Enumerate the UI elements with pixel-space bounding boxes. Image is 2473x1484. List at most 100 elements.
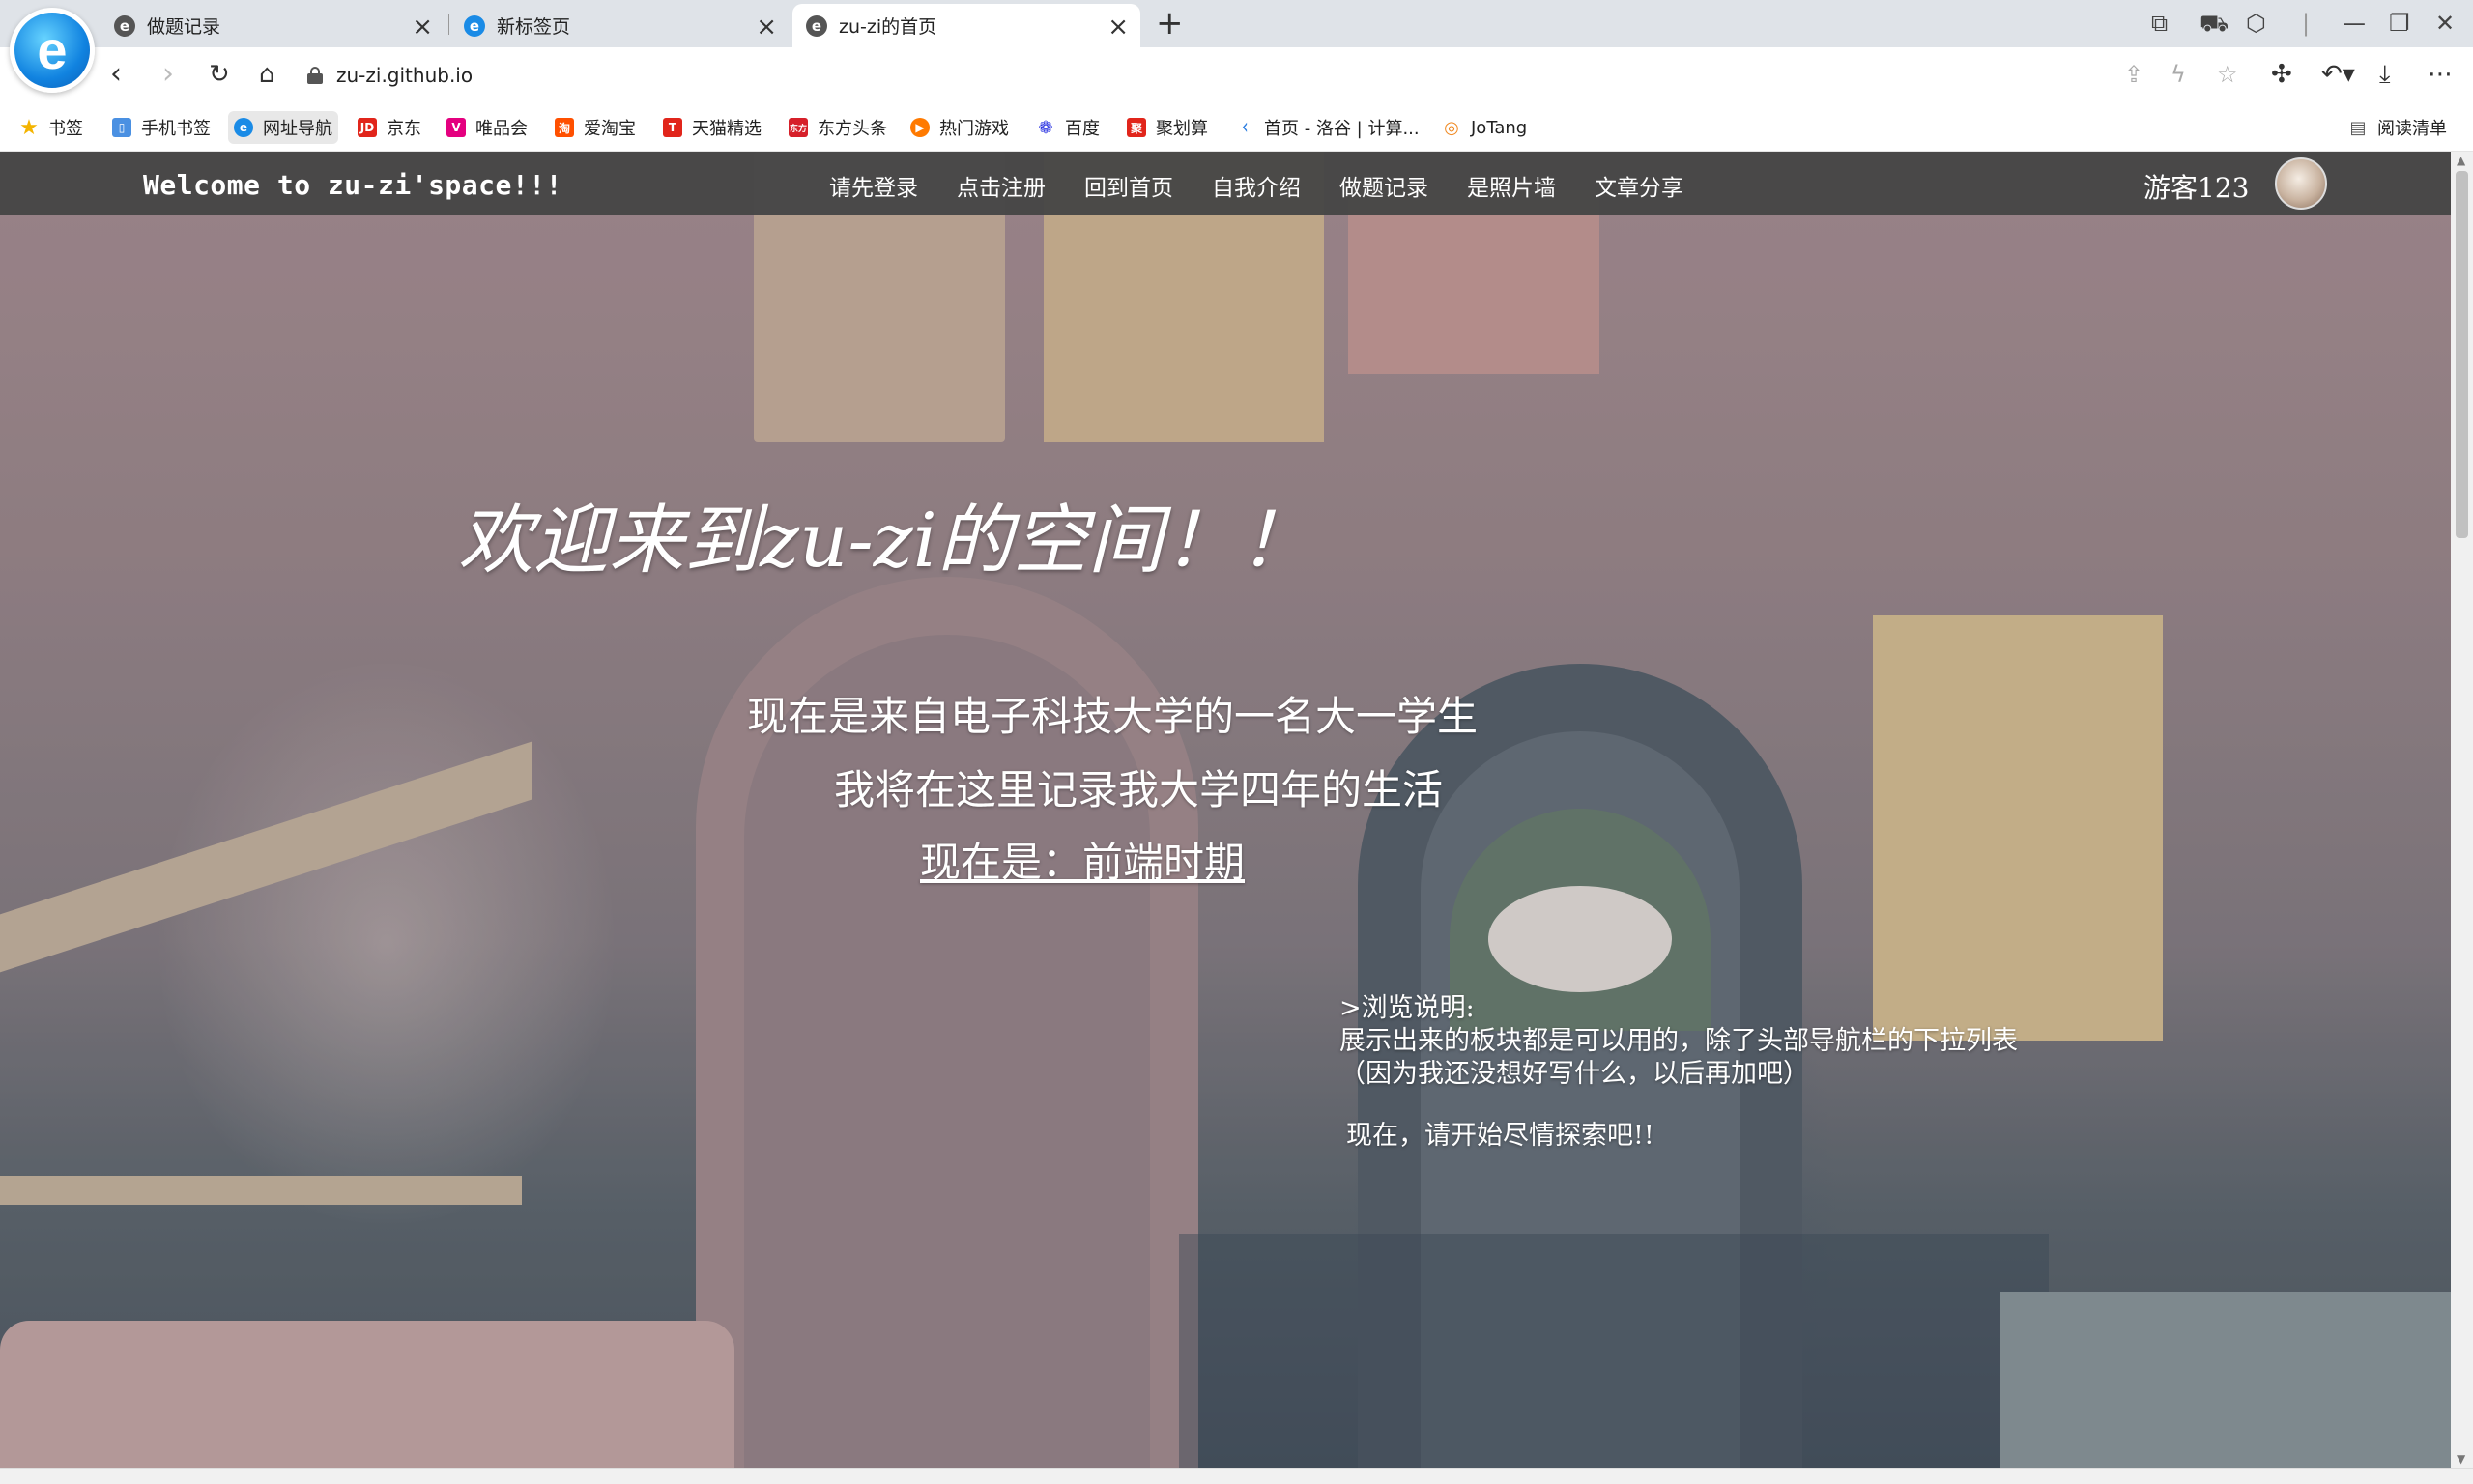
bookmark-label: 首页 - 洛谷 | 计算... — [1264, 119, 1420, 139]
bookmark-item[interactable]: JD 京东 — [352, 111, 427, 144]
new-tab-button[interactable]: + — [1156, 4, 1184, 43]
tab-zu-zi-home[interactable]: e zu-zi的首页 × — [792, 4, 1140, 47]
browser-logo-icon[interactable]: e — [10, 8, 95, 93]
news-icon: 东方 — [789, 118, 808, 137]
page-viewport: Welcome to zu-zi'space!!! 请先登录 点击注册 回到首页… — [0, 152, 2451, 1468]
tab-practice-records[interactable]: e 做题记录 × — [101, 4, 445, 47]
nav-login[interactable]: 请先登录 — [829, 169, 918, 202]
notes-heading: >浏览说明: — [1339, 993, 1475, 1023]
reload-icon[interactable]: ↻ — [209, 57, 230, 92]
lightning-icon[interactable]: ϟ — [2171, 60, 2186, 89]
tab-close-icon[interactable]: × — [756, 13, 777, 42]
scroll-up-icon[interactable]: ▲ — [2457, 154, 2465, 167]
download-icon[interactable]: ⤓ — [2379, 59, 2391, 90]
nav-articles[interactable]: 文章分享 — [1595, 169, 1683, 202]
bookmark-label: JoTang — [1471, 117, 1528, 138]
restore-icon[interactable]: ❐ — [2389, 6, 2410, 41]
bookmark-item[interactable]: ◎ JoTang — [1436, 111, 1533, 144]
back-icon[interactable]: ‹ — [110, 57, 122, 92]
game-icon: ▶ — [910, 118, 930, 137]
notes-body: 展示出来的板块都是可以用的，除了头部导航栏的下拉列表 — [1339, 1026, 2018, 1056]
bookmark-label: 唯品会 — [475, 119, 528, 139]
star-icon: ★ — [19, 115, 39, 140]
bookmark-label: 手机书签 — [141, 119, 211, 139]
hero-intro-line: 我将在这里记录我大学四年的生活 — [834, 766, 1444, 813]
tab-favicon-icon: e — [114, 14, 135, 37]
extension-icon[interactable]: ⬡ — [2246, 6, 2266, 41]
bookmark-label: 百度 — [1065, 119, 1100, 139]
bookmark-item[interactable]: V 唯品会 — [441, 111, 533, 144]
notes-body: （因为我还没想好写什么，以后再加吧） — [1339, 1059, 1809, 1089]
scroll-down-icon[interactable]: ▼ — [2457, 1452, 2465, 1466]
bookmark-item[interactable]: e 网址导航 — [228, 111, 338, 144]
baidu-paw-icon: ❁ — [1038, 117, 1053, 138]
nav-home[interactable]: 回到首页 — [1084, 169, 1173, 202]
tab-close-icon[interactable]: × — [412, 13, 433, 42]
bookmark-item[interactable]: T 天猫精选 — [657, 111, 767, 144]
taobao-icon: 淘 — [555, 118, 574, 137]
forward-icon[interactable]: › — [162, 57, 174, 92]
favorite-star-icon[interactable]: ☆ — [2217, 60, 2238, 89]
vip-icon: V — [446, 118, 466, 137]
minimize-icon[interactable]: — — [2343, 6, 2366, 41]
current-phase-link[interactable]: 现在是：前端时期 — [920, 830, 1245, 889]
reading-list-label: 阅读清单 — [2377, 119, 2447, 139]
browser-e-icon: e — [234, 118, 253, 137]
bookmark-label: 东方头条 — [818, 119, 887, 139]
guest-username[interactable]: 游客123 — [2143, 167, 2249, 206]
car-mode-icon[interactable]: ⛟ — [2200, 6, 2229, 41]
close-window-icon[interactable]: ✕ — [2435, 6, 2455, 41]
url-field[interactable]: zu-zi.github.io — [307, 55, 2124, 96]
avatar[interactable] — [2275, 157, 2327, 210]
bookmark-label: 聚划算 — [1156, 119, 1208, 139]
hero-title: 欢迎来到zu-zi的空间！！ — [458, 498, 1314, 585]
bookmark-label: 天猫精选 — [692, 119, 762, 139]
bookmark-item[interactable]: 淘 爱淘宝 — [549, 111, 642, 144]
more-menu-icon[interactable]: ⋯ — [2428, 59, 2453, 90]
bookmark-item[interactable]: 东方 东方头条 — [783, 111, 893, 144]
undo-dropdown-icon[interactable]: ↶▾ — [2321, 59, 2355, 90]
tab-title: 新标签页 — [497, 16, 571, 38]
bookmark-item[interactable]: ★ 书签 — [14, 111, 89, 144]
reading-list-button[interactable]: ▤ 阅读清单 — [2343, 111, 2453, 144]
bookmark-label: 网址导航 — [263, 119, 332, 139]
share-icon[interactable]: ⇪ — [2124, 60, 2143, 89]
collections-icon[interactable]: ⧉ — [2151, 6, 2168, 41]
tab-new-tab[interactable]: e 新标签页 × — [450, 4, 789, 47]
juhuasuan-icon: 聚 — [1127, 118, 1146, 137]
reading-list-icon: ▤ — [2349, 117, 2367, 138]
browsing-notes: >浏览说明: 展示出来的板块都是可以用的，除了头部导航栏的下拉列表 （因为我还没… — [1339, 992, 2018, 1091]
browser-tab-bar: e e 做题记录 × e 新标签页 × e zu-zi的首页 × + ⧉ ⛟ ⬡… — [0, 0, 2473, 93]
bookmark-item[interactable]: ▶ 热门游戏 — [905, 111, 1015, 144]
tab-title: 做题记录 — [147, 16, 221, 38]
nav-register[interactable]: 点击注册 — [957, 169, 1046, 202]
tab-close-icon[interactable]: × — [1107, 13, 1129, 42]
nav-about[interactable]: 自我介绍 — [1212, 169, 1301, 202]
status-bar — [0, 1468, 2473, 1484]
home-icon[interactable]: ⌂ — [259, 57, 275, 92]
bookmark-item[interactable]: 聚 聚划算 — [1121, 111, 1214, 144]
bookmark-label: 爱淘宝 — [584, 119, 636, 139]
luogu-icon: ᚲ — [1239, 117, 1251, 138]
bookmark-item[interactable]: ❁ 百度 — [1030, 111, 1106, 144]
bookmark-item[interactable]: ▯ 手机书签 — [106, 111, 216, 144]
page-scrollbar[interactable]: ▲ ▼ — [2451, 152, 2473, 1468]
tab-favicon-icon: e — [464, 14, 485, 37]
nav-practice-records[interactable]: 做题记录 — [1339, 169, 1428, 202]
scrollbar-thumb[interactable] — [2456, 171, 2468, 538]
explore-prompt: 现在，请开始尽情探索吧!! — [1346, 1121, 1654, 1151]
divider-icon: | — [2302, 10, 2311, 37]
bookmark-label: 热门游戏 — [939, 119, 1009, 139]
nav-photo-wall[interactable]: 是照片墙 — [1467, 169, 1556, 202]
tmall-icon: T — [663, 118, 682, 137]
bookmark-item[interactable]: ᚲ 首页 - 洛谷 | 计算... — [1229, 111, 1425, 144]
jd-icon: JD — [358, 118, 377, 137]
site-nav: 请先登录 点击注册 回到首页 自我介绍 做题记录 是照片墙 文章分享 — [829, 169, 1722, 202]
tab-favicon-icon: e — [806, 14, 827, 37]
bookmarks-bar: ★ 书签 ▯ 手机书签 e 网址导航 JD 京东 V 唯品会 淘 爱淘宝 T 天… — [0, 103, 2473, 152]
extensions-puzzle-icon[interactable]: ✣ — [2271, 59, 2292, 90]
tab-separator — [448, 14, 449, 35]
bookmark-label: 书签 — [48, 119, 83, 139]
phone-icon: ▯ — [112, 118, 131, 137]
url-text: zu-zi.github.io — [336, 64, 474, 87]
